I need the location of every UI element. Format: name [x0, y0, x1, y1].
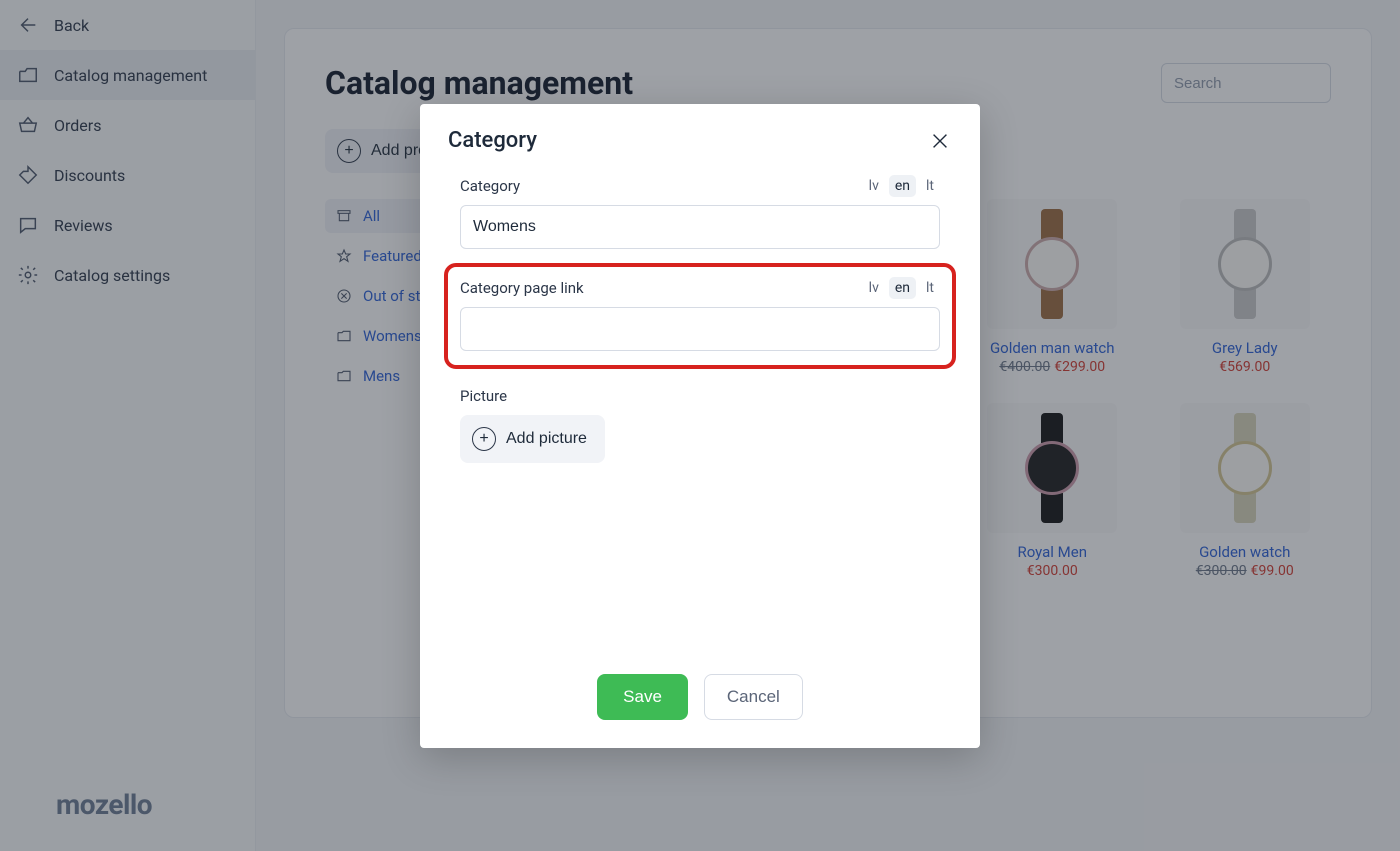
highlight-annotation: Category page link lv en lt [444, 263, 956, 369]
category-name-input[interactable] [460, 205, 940, 249]
field-category: Category lv en lt [460, 175, 940, 249]
plus-icon: + [472, 427, 496, 451]
lang-tab-en[interactable]: en [889, 175, 916, 197]
modal-title: Category [448, 128, 537, 153]
field-label: Category page link [460, 279, 584, 297]
modal-overlay[interactable]: Category Category lv en lt [0, 0, 1400, 851]
field-category-link: Category page link lv en lt [460, 277, 940, 351]
field-picture: Picture + Add picture [460, 387, 940, 463]
save-button[interactable]: Save [597, 674, 688, 720]
field-label: Category [460, 177, 520, 195]
modal-header: Category [448, 128, 952, 153]
cancel-button[interactable]: Cancel [704, 674, 803, 720]
add-picture-label: Add picture [506, 430, 587, 448]
close-icon[interactable] [928, 129, 952, 153]
lang-tabs: lv en lt [863, 175, 940, 197]
field-label: Picture [460, 387, 940, 405]
lang-tab-en[interactable]: en [889, 277, 916, 299]
app-root: Back Catalog management Orders Discounts… [0, 0, 1400, 851]
lang-tabs: lv en lt [863, 277, 940, 299]
lang-tab-lt[interactable]: lt [920, 277, 940, 299]
category-modal: Category Category lv en lt [420, 104, 980, 748]
modal-actions: Save Cancel [448, 656, 952, 720]
modal-body: Category lv en lt Category page link [448, 175, 952, 656]
category-link-input[interactable] [460, 307, 940, 351]
add-picture-button[interactable]: + Add picture [460, 415, 605, 463]
lang-tab-lv[interactable]: lv [863, 175, 885, 197]
lang-tab-lt[interactable]: lt [920, 175, 940, 197]
lang-tab-lv[interactable]: lv [863, 277, 885, 299]
